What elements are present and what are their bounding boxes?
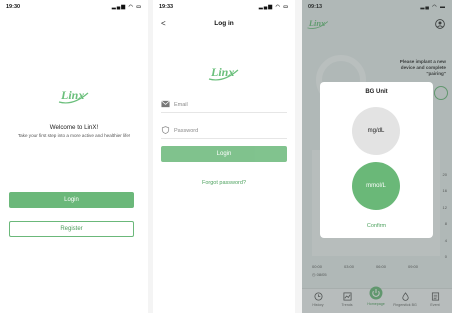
home-screen: 09:13 ▂▄ ◠ ▬ Linx Please implant a new d… (302, 0, 452, 313)
option-mmol-l[interactable]: mmol/L (352, 162, 400, 210)
logo-swoosh-icon: Linx (208, 65, 239, 81)
page-title: Log in (214, 20, 234, 27)
status-bar: 19:33 ▂▄▆ ◠ ▭ (159, 3, 289, 13)
forgot-password-link[interactable]: Forgot password? (153, 180, 295, 186)
signal-wifi-battery-icon: ▂▄▆ ◠ ▭ (258, 4, 289, 10)
status-time: 19:30 (6, 4, 21, 10)
confirm-button[interactable]: Confirm (320, 223, 433, 229)
dialog-title: BG Unit (365, 89, 388, 95)
linx-logo: Linx (153, 62, 295, 82)
logo-swoosh-icon: Linx (58, 88, 89, 104)
welcome-screen: 19:30 ▂▄▆ ◠ ▭ Linx Welcome to LinX! Take… (0, 0, 148, 313)
shield-icon (161, 126, 170, 134)
email-field[interactable]: Email (161, 98, 287, 113)
register-button[interactable]: Register (9, 221, 134, 237)
email-placeholder: Email (174, 102, 188, 108)
option-mg-dl[interactable]: mg/dL (352, 107, 400, 155)
login-submit-button[interactable]: Login (161, 146, 287, 162)
bg-unit-dialog: BG Unit mg/dL mmol/L Confirm (320, 82, 433, 238)
welcome-heading: Welcome to LinX! (49, 124, 99, 131)
signal-wifi-battery-icon: ▂▄▆ ◠ ▭ (111, 4, 142, 10)
linx-logo: Linx (0, 85, 148, 105)
login-screen: 19:33 ▂▄▆ ◠ ▭ < Log in Linx Email Passwo… (153, 0, 295, 313)
svg-text:Linx: Linx (60, 88, 84, 102)
status-time: 19:33 (159, 4, 174, 10)
divider (295, 0, 302, 313)
password-field[interactable]: Password (161, 124, 287, 139)
mail-icon (161, 100, 170, 108)
status-bar: 19:30 ▂▄▆ ◠ ▭ (6, 3, 142, 13)
welcome-tagline: Take your first step into a more active … (17, 133, 131, 138)
password-placeholder: Password (174, 128, 199, 134)
login-button[interactable]: Login (9, 192, 134, 208)
svg-text:Linx: Linx (210, 65, 234, 79)
